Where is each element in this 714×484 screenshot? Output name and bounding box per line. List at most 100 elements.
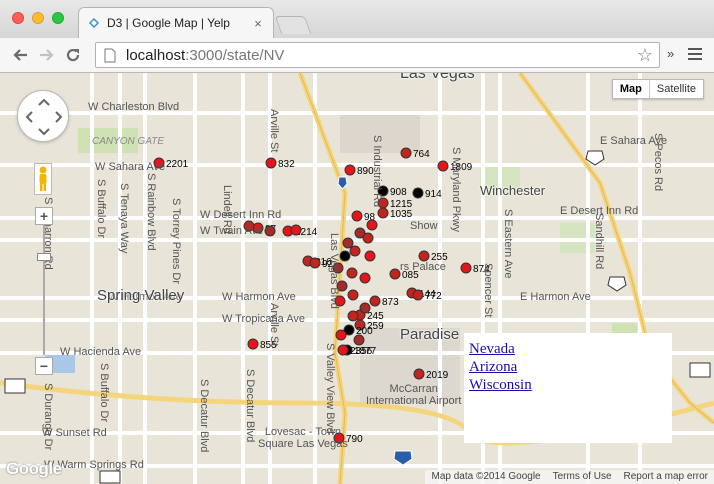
tab-close-icon[interactable]: × — [251, 16, 265, 31]
map-label-buffalo-2: S Buffalo Dr — [98, 363, 110, 423]
business-marker[interactable] — [264, 225, 276, 237]
business-marker[interactable] — [366, 219, 378, 231]
map-label-w-desert-inn: W Desert Inn Rd — [200, 209, 282, 221]
business-marker[interactable] — [247, 338, 259, 350]
map-label-e-harmon: E Harmon Ave — [520, 291, 591, 303]
reload-icon[interactable] — [62, 44, 84, 66]
minimize-window-button[interactable] — [32, 12, 44, 24]
business-marker-label: 2201 — [166, 159, 189, 170]
map-label-maryland: S Maryland Pkwy — [450, 147, 462, 232]
report-map-error-link[interactable]: Report a map error — [618, 470, 714, 484]
business-marker[interactable] — [412, 187, 424, 199]
map-label-decatur: S Decatur Blvd — [198, 379, 210, 453]
business-marker[interactable] — [351, 210, 363, 222]
browser-window: D3 | Google Map | Yelp × localhost:3000/… — [0, 0, 714, 484]
street-view-pegman-icon[interactable] — [34, 163, 52, 195]
map-label-valley-view: S Valley View Blvd — [324, 343, 336, 434]
bookmark-star-icon[interactable]: ☆ — [637, 45, 653, 66]
map-type-control: Map Satellite — [611, 79, 704, 99]
map-label-lindell: Lindell Rd — [221, 185, 233, 234]
pan-up-icon[interactable] — [38, 98, 50, 106]
map-label-arville: Arville St — [268, 109, 280, 153]
browser-tab[interactable]: D3 | Google Map | Yelp × — [78, 7, 274, 38]
business-marker[interactable] — [400, 147, 412, 159]
business-marker[interactable] — [344, 164, 356, 176]
business-marker[interactable] — [349, 245, 361, 257]
map-label-spring-valley: Spring Valley — [97, 287, 185, 304]
new-tab-button[interactable] — [274, 16, 312, 34]
map-label-decatur-2: S Decatur Blvd — [244, 369, 256, 443]
business-marker[interactable] — [389, 268, 401, 280]
map-label-pecos: S Pecos Rd — [652, 133, 664, 192]
map-label-buffalo: S Buffalo Dr — [95, 179, 107, 239]
title-bar: D3 | Google Map | Yelp × — [0, 0, 714, 38]
business-marker[interactable] — [369, 295, 381, 307]
business-marker[interactable] — [412, 289, 424, 301]
state-link-nevada[interactable]: Nevada — [469, 340, 667, 358]
business-marker[interactable] — [347, 310, 359, 322]
business-marker[interactable] — [364, 250, 376, 262]
map-label-show: Show — [410, 220, 438, 232]
toolbar: localhost:3000/state/NV ☆ » — [0, 38, 714, 73]
business-marker[interactable] — [339, 250, 351, 262]
business-marker[interactable] — [346, 267, 358, 279]
business-marker[interactable] — [437, 160, 449, 172]
close-window-button[interactable] — [12, 12, 24, 24]
business-marker-label: 772 — [425, 291, 442, 302]
business-marker[interactable] — [342, 237, 354, 249]
business-marker[interactable] — [353, 334, 365, 346]
business-marker[interactable] — [347, 289, 359, 301]
business-marker[interactable] — [335, 329, 347, 341]
state-link-arizona[interactable]: Arizona — [469, 358, 667, 376]
zoom-in-button[interactable]: + — [35, 207, 53, 225]
map-label-tenaya: S Tenaya Way — [118, 183, 130, 254]
business-marker[interactable] — [337, 344, 349, 356]
maximize-window-button[interactable] — [52, 12, 64, 24]
map-attribution: Map data ©2014 Google Terms of Use Repor… — [425, 470, 714, 484]
business-marker[interactable] — [290, 224, 302, 236]
business-marker[interactable] — [377, 207, 389, 219]
map-label-winchester: Winchester — [480, 183, 546, 198]
business-marker[interactable] — [359, 302, 371, 314]
url-text[interactable]: localhost:3000/state/NV — [126, 47, 284, 64]
pan-control[interactable] — [17, 90, 69, 142]
pan-down-icon[interactable] — [38, 128, 50, 136]
pan-right-icon[interactable] — [55, 111, 63, 123]
map-label-industrial: S Industrial Rd — [371, 135, 383, 208]
map-type-map-button[interactable]: Map — [613, 80, 649, 98]
map-label-arville-2: Arville St — [268, 303, 280, 347]
map-label-torrey: S Torrey Pines Dr — [170, 198, 182, 284]
state-link-wisconsin[interactable]: Wisconsin — [469, 376, 667, 394]
forward-arrow-icon[interactable] — [35, 44, 57, 66]
pan-left-icon[interactable] — [25, 111, 33, 123]
google-map[interactable]: 2201 832 890 764 1809 908 914 1215 1035 98 874 255 0… — [0, 73, 714, 484]
map-label-w-hacienda: W Hacienda Ave — [60, 346, 142, 358]
d3-favicon-icon — [87, 16, 101, 30]
address-bar[interactable]: localhost:3000/state/NV ☆ — [95, 42, 660, 68]
zoom-slider-handle[interactable] — [37, 253, 51, 261]
zoom-out-button[interactable]: − — [35, 357, 53, 375]
state-links-panel: Nevada Arizona Wisconsin — [464, 333, 672, 443]
business-marker[interactable] — [309, 257, 321, 269]
business-marker[interactable] — [418, 250, 430, 262]
business-marker-label: 2019 — [426, 370, 449, 381]
google-logo: Google — [6, 459, 62, 478]
business-marker[interactable] — [359, 272, 371, 284]
map-label-las-vegas-blvd: Las Vegas Blvd — [328, 233, 340, 309]
business-marker[interactable] — [265, 157, 277, 169]
map-label-spencer: Spencer St — [482, 263, 494, 318]
map-label-palace: rs Palace — [400, 261, 446, 273]
map-label-rainbow: S Rainbow Blvd — [145, 173, 157, 251]
page-icon — [104, 48, 116, 63]
zoom-slider-track[interactable] — [43, 225, 45, 355]
business-marker[interactable] — [460, 262, 472, 274]
business-marker[interactable] — [362, 232, 374, 244]
map-label-w-tropicana: W Tropicana Ave — [222, 313, 305, 325]
extensions-chevron[interactable]: » — [667, 46, 674, 61]
terms-of-use-link[interactable]: Terms of Use — [547, 470, 618, 484]
business-marker[interactable] — [413, 368, 425, 380]
hamburger-menu-icon[interactable] — [688, 48, 702, 62]
back-arrow-icon[interactable] — [10, 44, 32, 66]
map-type-satellite-button[interactable]: Satellite — [648, 80, 703, 98]
map-label-mccarran: McCarran International Airport — [366, 383, 462, 407]
